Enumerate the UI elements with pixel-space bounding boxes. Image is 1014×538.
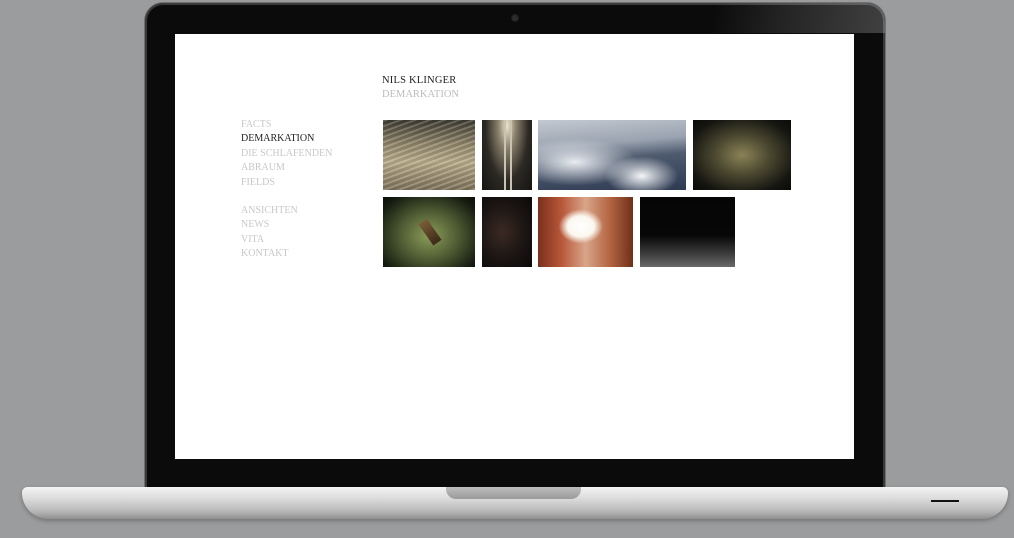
- nav-item-fields[interactable]: FIELDS: [241, 176, 332, 190]
- nav-item-vita[interactable]: VITA: [241, 233, 298, 247]
- laptop-screen: NILS KLINGER DEMARKATION FACTS DEMARKATI…: [175, 34, 854, 459]
- status-light-icon: [931, 500, 959, 502]
- thumbnail-grass[interactable]: [383, 120, 475, 190]
- lid-reflection: [715, 3, 885, 33]
- thumbnail-dark-ground[interactable]: [640, 197, 735, 267]
- nav-item-ansichten[interactable]: ANSICHTEN: [241, 204, 298, 218]
- laptop-notch: [446, 487, 581, 499]
- nav-item-demarkation[interactable]: DEMARKATION: [241, 132, 332, 146]
- nav-item-kontakt[interactable]: KONTAKT: [241, 247, 298, 261]
- nav-item-die-schlafenden[interactable]: DIE SCHLAFENDEN: [241, 147, 332, 161]
- thumbnail-snow-water[interactable]: [538, 120, 686, 190]
- thumbnail-porthole[interactable]: [538, 197, 633, 267]
- nav-item-news[interactable]: NEWS: [241, 218, 298, 232]
- nav-item-facts[interactable]: FACTS: [241, 118, 332, 132]
- secondary-nav: ANSICHTEN NEWS VITA KONTAKT: [241, 204, 298, 262]
- thumbnail-dark-interior[interactable]: [482, 197, 532, 267]
- site-title[interactable]: NILS KLINGER: [382, 75, 456, 86]
- thumbnail-grave-grass[interactable]: [383, 197, 475, 267]
- thumbnail-ladder[interactable]: [482, 120, 532, 190]
- thumbnail-field-night[interactable]: [693, 120, 791, 190]
- site-subtitle: DEMARKATION: [382, 89, 459, 100]
- primary-nav: FACTS DEMARKATION DIE SCHLAFENDEN ABRAUM…: [241, 118, 332, 190]
- nav-item-abraum[interactable]: ABRAUM: [241, 161, 332, 175]
- webcam-icon: [512, 15, 518, 21]
